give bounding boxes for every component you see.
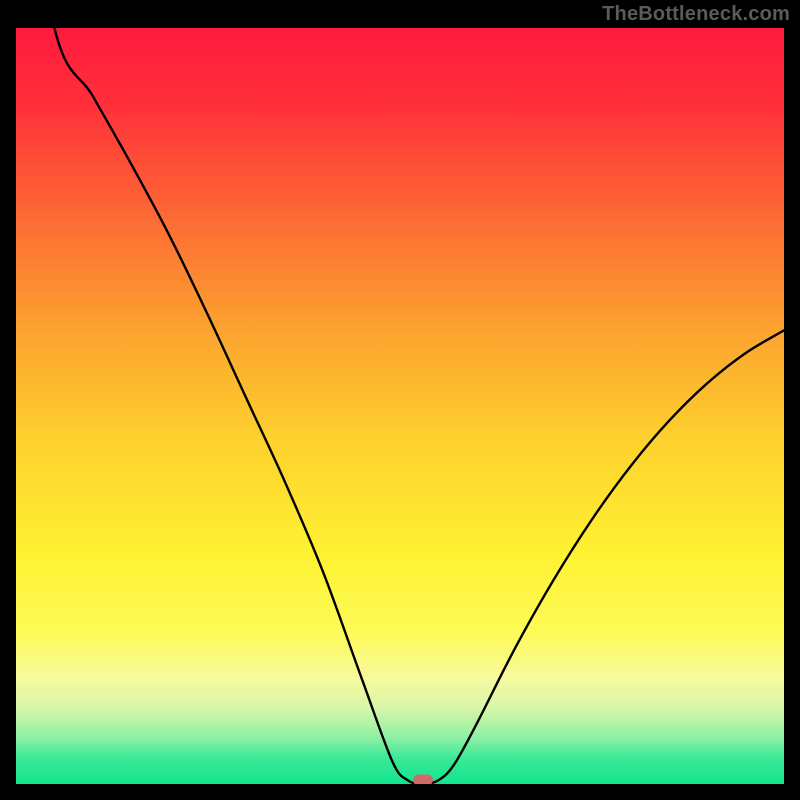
watermark-text: TheBottleneck.com xyxy=(602,4,790,24)
plot-area xyxy=(16,28,784,784)
optimal-point-marker xyxy=(413,775,433,785)
chart-frame: TheBottleneck.com xyxy=(0,0,800,800)
gradient-rect xyxy=(16,28,784,784)
chart-svg xyxy=(16,28,784,784)
